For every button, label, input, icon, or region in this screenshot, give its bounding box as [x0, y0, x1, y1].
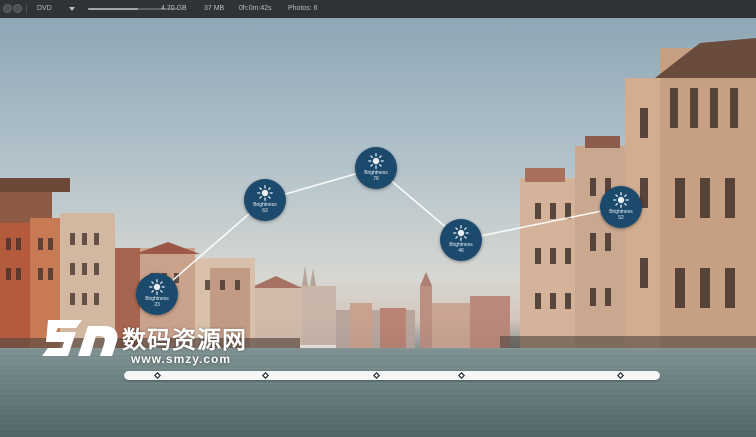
sun-icon	[149, 279, 165, 295]
timeline-keyframe-marker[interactable]	[457, 372, 465, 379]
keyframe-node[interactable]: Brightness 23	[136, 273, 178, 315]
keyframe-value: 46	[458, 248, 464, 254]
keyframe-value: 63	[262, 208, 268, 214]
timeline-keyframe-marker[interactable]	[372, 372, 380, 379]
keyframe-value: 76	[373, 176, 379, 182]
sun-icon	[368, 153, 384, 169]
keyframe-node[interactable]: Brightness 46	[440, 219, 482, 261]
watermark-text: 数码资源网	[122, 327, 247, 354]
site-watermark: 数码资源网 www.smzy.com	[38, 314, 288, 374]
keyframe-value: 52	[618, 215, 624, 221]
keyframe-value: 23	[154, 302, 160, 308]
keyframe-node[interactable]: Brightness 76	[355, 147, 397, 189]
sun-icon	[257, 185, 273, 201]
sun-icon	[453, 225, 469, 241]
effect-keyframe-editor: Brightness 23 Brightness 63 Brightness 7…	[0, 0, 756, 437]
watermark-url: www.smzy.com	[131, 352, 232, 366]
diamond-icon	[616, 372, 624, 379]
keyframe-curve	[156, 167, 622, 295]
watermark-logo-icon	[42, 320, 118, 356]
diamond-icon	[457, 372, 465, 379]
keyframe-node[interactable]: Brightness 63	[244, 179, 286, 221]
sun-icon	[613, 192, 629, 208]
timeline-keyframe-marker[interactable]	[616, 372, 624, 379]
keyframe-node[interactable]: Brightness 52	[600, 186, 642, 228]
diamond-icon	[372, 372, 380, 379]
